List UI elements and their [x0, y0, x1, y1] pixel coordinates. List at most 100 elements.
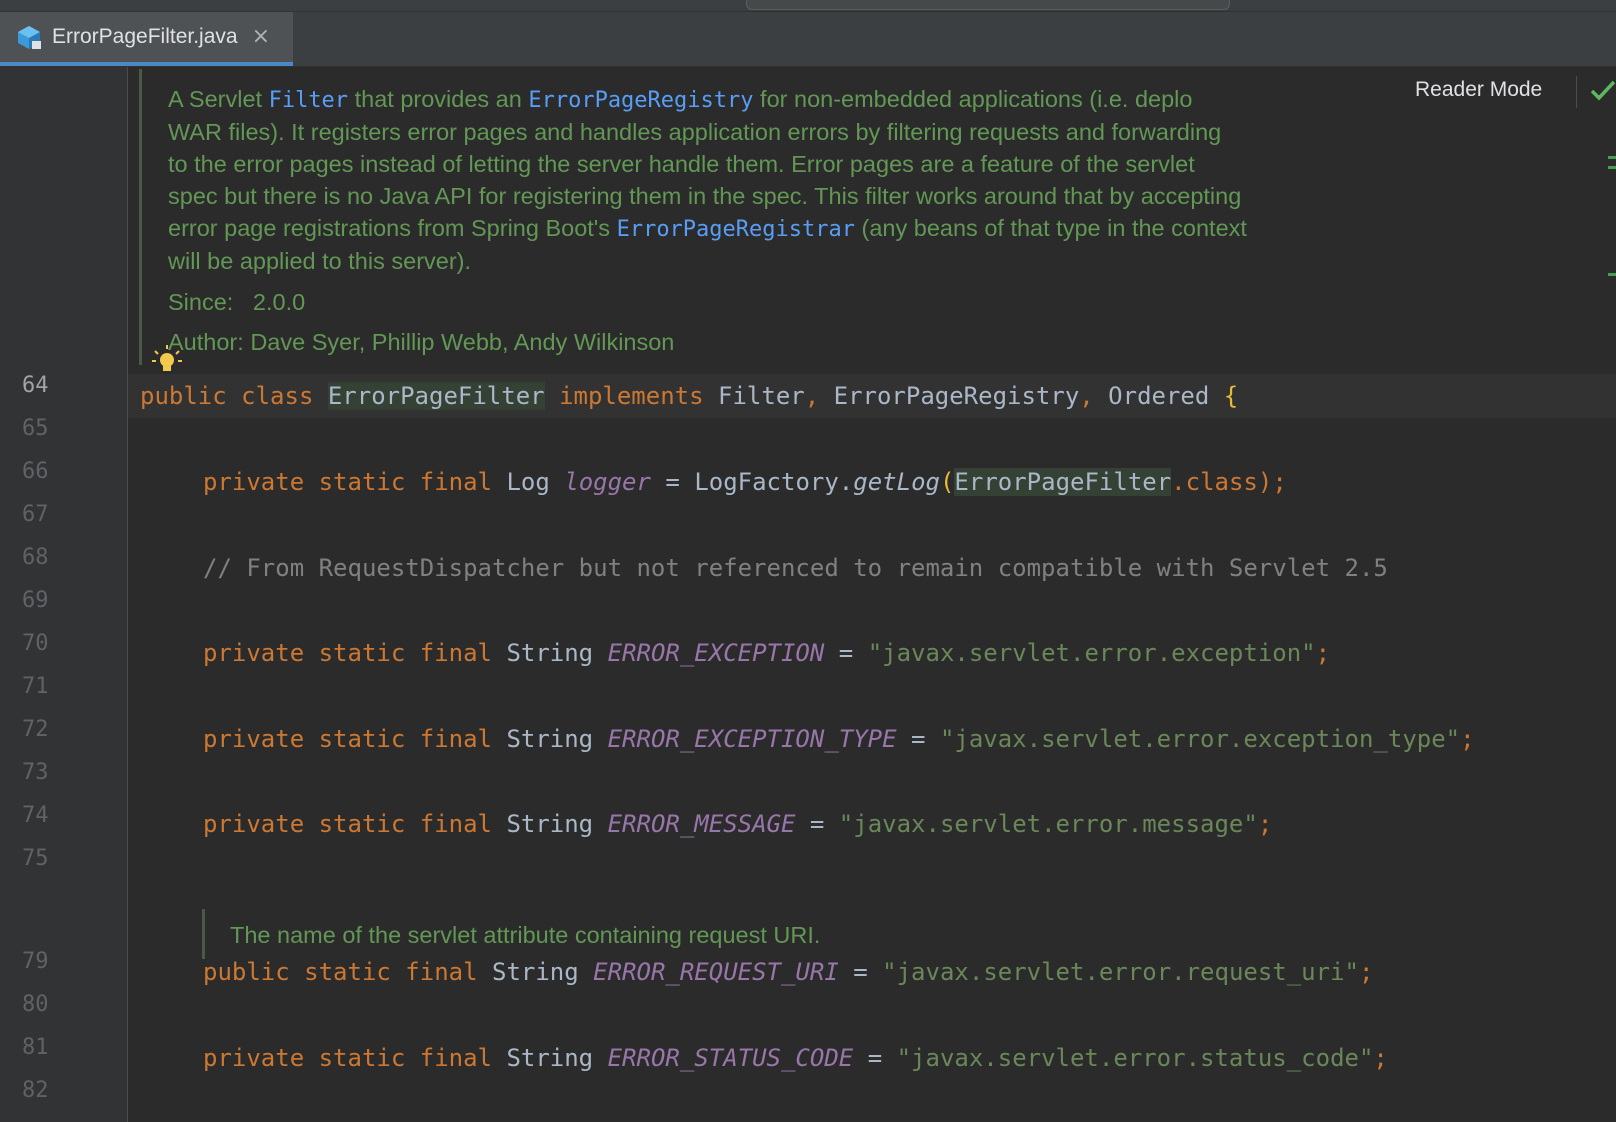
type-name[interactable]: LogFactory. [694, 468, 853, 496]
field-name[interactable]: ERROR_EXCEPTION [608, 639, 825, 667]
code-line[interactable]: private static final String ERROR_STATUS… [203, 1043, 1388, 1073]
brace: { [1223, 382, 1239, 410]
tab-title: ErrorPageFilter.java [52, 25, 238, 48]
modifiers: private static final [203, 810, 492, 838]
keyword: class [241, 382, 314, 410]
change-marker[interactable] [1608, 166, 1616, 169]
code-line[interactable]: private static final String ERROR_EXCEPT… [203, 638, 1330, 668]
type-name[interactable]: Log [506, 468, 549, 496]
type-name[interactable]: String [506, 810, 593, 838]
code-line[interactable]: private static final String ERROR_MESSAG… [203, 809, 1272, 839]
editor-tab-bar: ErrorPageFilter.java × [0, 12, 1616, 67]
doc-line: A Servlet Filter that provides an ErrorP… [168, 83, 1192, 117]
doc-line: spec but there is no Java API for regist… [168, 183, 1242, 209]
interface-name[interactable]: Ordered [1108, 382, 1209, 410]
modifiers: private static final [203, 725, 492, 753]
doc-author-value: Dave Syer, Phillip Webb, Andy Wilkinson [250, 329, 675, 355]
line-number: 81 [22, 1035, 49, 1060]
close-icon[interactable]: × [252, 26, 270, 48]
doc-since: Since: 2.0.0 [168, 286, 305, 318]
doc-text: (any beans of that type in the context [855, 215, 1247, 241]
line-number: 68 [22, 545, 49, 570]
check-icon[interactable] [1590, 78, 1616, 108]
doc-link-errorpageregistrar[interactable]: ErrorPageRegistrar [617, 217, 855, 242]
operator: = [809, 810, 825, 838]
operator: = [853, 958, 868, 986]
field-name[interactable]: ERROR_REQUEST_URI [593, 958, 839, 986]
doc-line: will be applied to this server). [168, 248, 472, 274]
line-number: 73 [22, 760, 49, 785]
punctuation: , [1079, 382, 1094, 410]
change-marker[interactable] [1608, 156, 1616, 159]
title-bar [0, 0, 1616, 12]
interface-name[interactable]: ErrorPageRegistry [834, 382, 1080, 410]
punctuation: , [804, 382, 820, 410]
doc-text: error page registrations from Spring Boo… [168, 215, 617, 241]
lightbulb-icon[interactable] [150, 343, 184, 381]
field-name[interactable]: ERROR_MESSAGE [608, 810, 796, 838]
class-name[interactable]: ErrorPageFilter [327, 382, 545, 410]
line-number: 79 [22, 949, 49, 974]
code-line[interactable]: public static final String ERROR_REQUEST… [203, 957, 1373, 987]
line-number: 72 [22, 717, 49, 742]
rendered-doc-comment[interactable]: The name of the servlet attribute contai… [230, 919, 820, 951]
paren: ( [939, 468, 955, 496]
doc-author: Author: Dave Syer, Phillip Webb, Andy Wi… [168, 326, 674, 358]
line-number: 65 [22, 416, 49, 441]
modifiers: public static final [203, 958, 478, 986]
line-number: 80 [22, 992, 49, 1017]
punctuation: ; [1460, 725, 1475, 753]
modifiers: private static final [203, 468, 492, 496]
modifiers: private static final [203, 639, 492, 667]
field-name[interactable]: ERROR_STATUS_CODE [608, 1044, 854, 1072]
string-literal: "javax.servlet.error.status_code" [896, 1044, 1374, 1072]
operator: = [665, 468, 680, 496]
doc-text: A Servlet [168, 86, 269, 112]
reader-mode-button[interactable]: Reader Mode [1415, 78, 1542, 102]
line-number: 66 [22, 459, 49, 484]
tab-errorpagefilter-java[interactable]: ErrorPageFilter.java × [0, 12, 293, 66]
field-name[interactable]: logger [564, 468, 651, 496]
line-number: 75 [22, 846, 49, 871]
line-number: 64 [22, 373, 49, 398]
punctuation: ; [1358, 958, 1374, 986]
line-number: 74 [22, 803, 49, 828]
code-line[interactable]: public class ErrorPageFilter implements … [140, 381, 1238, 411]
doc-link-errorpageregistry[interactable]: ErrorPageRegistry [528, 88, 753, 113]
string-literal: "javax.servlet.error.exception_type" [939, 725, 1461, 753]
field-name[interactable]: ERROR_EXCEPTION_TYPE [608, 725, 897, 753]
search-field[interactable] [746, 0, 1230, 10]
doc-link-filter[interactable]: Filter [269, 88, 348, 113]
java-class-file-icon [16, 24, 42, 50]
punctuation: ; [1315, 639, 1331, 667]
class-name[interactable]: ErrorPageFilter [954, 468, 1172, 496]
code-comment[interactable]: // From RequestDispatcher but not refere… [203, 553, 1388, 583]
operator: = [838, 639, 854, 667]
code-tail: .class); [1171, 468, 1287, 496]
doc-comment-bar [139, 69, 142, 365]
line-number: 70 [22, 631, 49, 656]
doc-line: to the error pages instead of letting th… [168, 151, 1195, 177]
type-name[interactable]: String [506, 725, 593, 753]
change-marker[interactable] [1608, 273, 1616, 276]
type-name[interactable]: String [492, 958, 579, 986]
string-literal: "javax.servlet.error.exception" [867, 639, 1316, 667]
interface-name[interactable]: Filter [718, 382, 805, 410]
code-line[interactable]: private static final String ERROR_EXCEPT… [203, 724, 1475, 754]
doc-line: error page registrations from Spring Boo… [168, 212, 1247, 246]
string-literal: "javax.servlet.error.message" [838, 810, 1258, 838]
type-name[interactable]: String [506, 1044, 593, 1072]
method-name[interactable]: getLog [853, 468, 940, 496]
toolbar-divider [1576, 76, 1577, 108]
type-name[interactable]: String [506, 639, 593, 667]
line-number: 71 [22, 674, 49, 699]
operator: = [867, 1044, 883, 1072]
line-number: 82 [22, 1078, 49, 1103]
doc-comment-bar [202, 909, 205, 959]
doc-line: WAR files). It registers error pages and… [168, 119, 1222, 145]
keyword: public [140, 382, 227, 410]
doc-since-value: 2.0.0 [252, 289, 306, 315]
code-line[interactable]: private static final Log logger = LogFac… [203, 467, 1287, 497]
doc-text: for non-embedded applications (i.e. depl… [753, 86, 1193, 112]
line-number: 69 [22, 588, 49, 613]
